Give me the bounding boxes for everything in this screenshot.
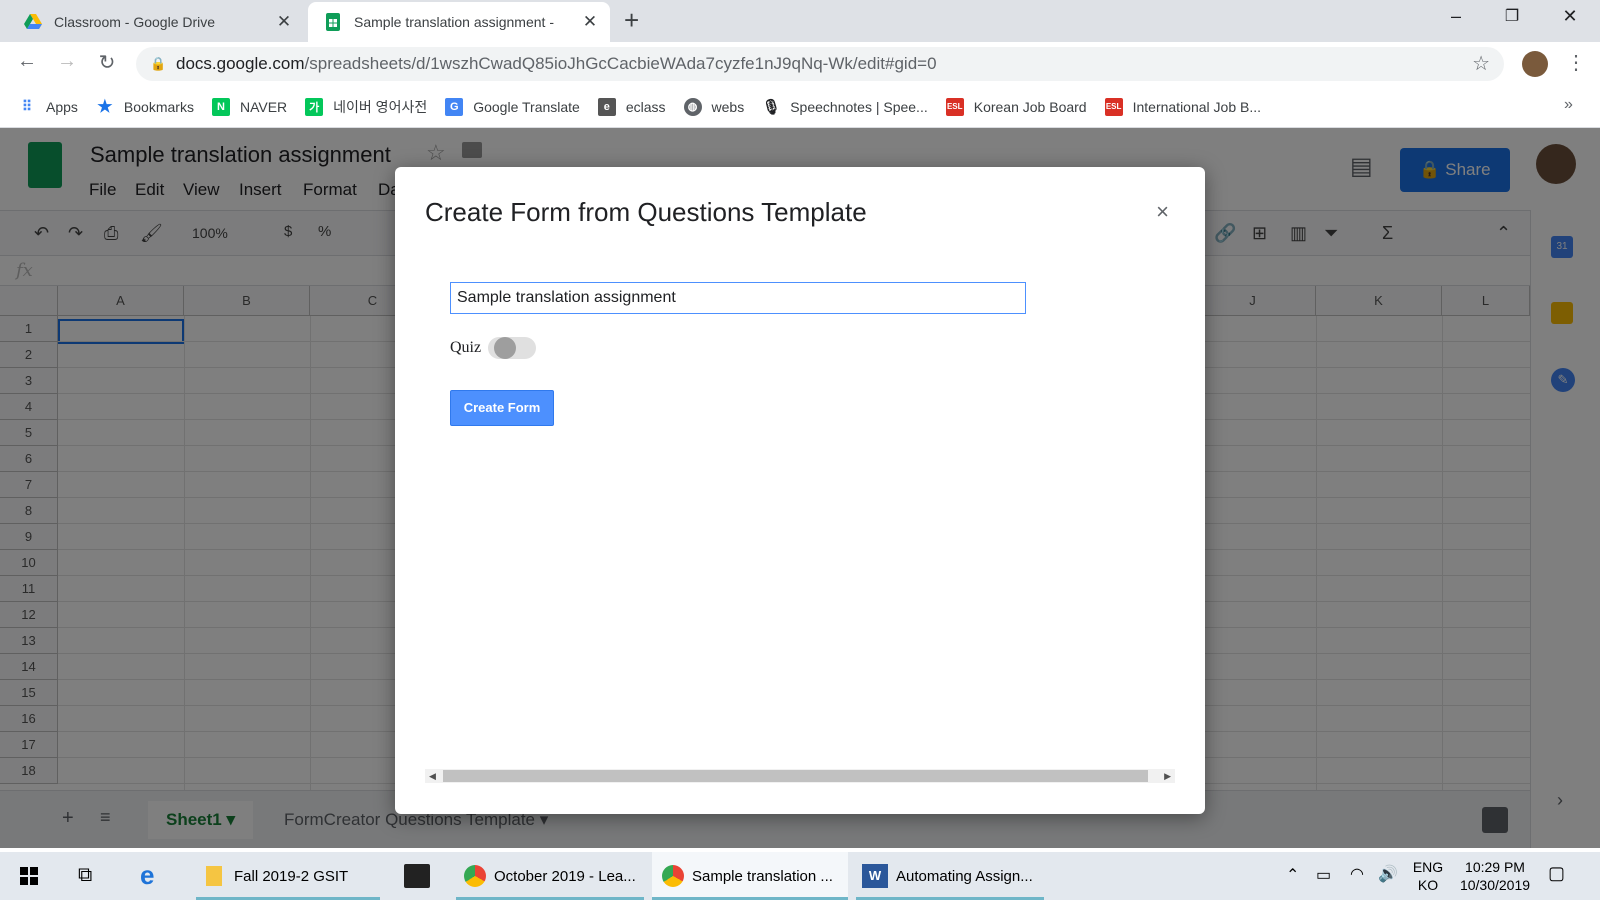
toggle-knob: [494, 337, 516, 359]
folder-icon: [206, 866, 222, 886]
close-tab-icon[interactable]: ✕: [578, 12, 602, 32]
profile-avatar[interactable]: [1522, 51, 1548, 77]
taskbar-app-chrome-sample[interactable]: Sample translation ...: [652, 852, 848, 900]
scrollbar-thumb[interactable]: [443, 770, 1148, 782]
input-language[interactable]: ENG KO: [1408, 858, 1448, 894]
taskbar-app-folder[interactable]: Fall 2019-2 GSIT: [196, 852, 380, 900]
apps-grid-icon: ⠿: [21, 98, 33, 114]
bookmark-label: Bookmarks: [123, 98, 194, 115]
mic-icon: 🎙: [761, 98, 781, 116]
address-bar[interactable]: 🔒 docs.google.com/spreadsheets/d/1wszhCw…: [136, 47, 1504, 81]
bookmark-star-icon[interactable]: ☆: [1472, 47, 1490, 81]
browser-toolbar: ← → ↻ 🔒 docs.google.com/spreadsheets/d/1…: [0, 42, 1600, 86]
bookmark-naver-dict[interactable]: 가 네이버 영어사전: [305, 97, 427, 117]
close-tab-icon[interactable]: ✕: [272, 12, 296, 32]
lang-top: ENG: [1412, 859, 1444, 875]
browser-tab-strip: Classroom - Google Drive ✕ Sample transl…: [0, 0, 1600, 42]
bookmark-label: webs: [711, 98, 745, 115]
translate-icon: G: [445, 97, 464, 116]
forward-icon[interactable]: →: [53, 50, 81, 73]
drive-icon: [24, 14, 42, 29]
horizontal-scrollbar[interactable]: ◀ ▶: [425, 769, 1175, 783]
chrome-icon: [662, 865, 684, 887]
bookmark-label: Korean Job Board: [973, 98, 1087, 115]
chrome-icon: [464, 865, 486, 887]
clock[interactable]: 10:29 PM 10/30/2019: [1452, 858, 1538, 894]
globe-icon: ◍: [683, 97, 702, 116]
tab-classroom-drive[interactable]: Classroom - Google Drive ✕: [8, 2, 304, 42]
minimize-button[interactable]: –: [1434, 6, 1478, 27]
scroll-left-icon[interactable]: ◀: [429, 769, 436, 783]
bookmark-naver[interactable]: N NAVER: [211, 97, 288, 116]
show-hidden-icons-icon[interactable]: ⌃: [1286, 865, 1299, 885]
volume-icon[interactable]: 🔊: [1378, 864, 1398, 884]
taskbar-app-label: Sample translation ...: [692, 867, 833, 885]
bookmark-international-job-board[interactable]: ESL International Job B...: [1104, 97, 1262, 116]
battery-icon[interactable]: ▭: [1316, 865, 1331, 885]
taskbar-app-label: Fall 2019-2 GSIT: [234, 867, 349, 885]
sheets-icon: [326, 13, 340, 31]
task-view-icon[interactable]: ⧉: [78, 864, 92, 887]
bookmark-speechnotes[interactable]: 🎙 Speechnotes | Spee...: [762, 98, 928, 116]
tab-sample-translation[interactable]: Sample translation assignment - ✕: [308, 2, 610, 42]
bookmark-google-translate[interactable]: G Google Translate: [445, 97, 580, 116]
close-window-button[interactable]: ✕: [1548, 6, 1592, 27]
eslcafe-icon: ESL: [945, 97, 964, 116]
bookmark-bookmarks[interactable]: ★ Bookmarks: [96, 96, 194, 116]
quiz-toggle[interactable]: [488, 335, 536, 361]
reload-icon[interactable]: ↻: [93, 50, 121, 75]
bookmark-webs[interactable]: ◍ webs: [683, 97, 745, 116]
form-name-input[interactable]: [450, 282, 1026, 314]
taskbar-app-chrome-october[interactable]: October 2019 - Lea...: [456, 852, 644, 900]
more-bookmarks-icon[interactable]: »: [1564, 96, 1573, 114]
windows-taskbar: ⧉ e Fall 2019-2 GSIT October 2019 - Lea.…: [0, 852, 1600, 900]
edge-icon[interactable]: e: [140, 860, 154, 891]
bookmark-label: Google Translate: [473, 98, 580, 115]
bookmark-label: NAVER: [239, 98, 288, 115]
naver-icon: N: [211, 97, 230, 116]
bookmarks-bar: ⠿ Apps ★ Bookmarks N NAVER 가 네이버 영어사전 G Googl…: [0, 86, 1600, 128]
menu-dots-icon[interactable]: ⋮: [1562, 50, 1590, 75]
tab-title: Classroom - Google Drive: [54, 14, 216, 30]
taskbar-app-label: Automating Assign...: [896, 867, 1033, 885]
url-host: docs.google.com: [176, 54, 305, 73]
url-path: /spreadsheets/d/1wszhCwadQ85ioJhGcCacbie…: [304, 54, 937, 73]
star-icon: ★: [97, 96, 113, 116]
store-icon[interactable]: [404, 864, 430, 888]
bookmark-label: eclass: [625, 98, 666, 115]
create-form-button[interactable]: Create Form: [450, 390, 554, 426]
eslcafe-icon: ESL: [1104, 97, 1123, 116]
notifications-icon[interactable]: ▢: [1548, 863, 1565, 884]
taskbar-app-word[interactable]: W Automating Assign...: [856, 852, 1044, 900]
taskbar-app-label: October 2019 - Lea...: [494, 867, 636, 885]
tab-title: Sample translation assignment -: [354, 14, 554, 30]
back-icon[interactable]: ←: [13, 50, 41, 73]
create-form-dialog: Create Form from Questions Template × Qu…: [395, 167, 1205, 814]
bookmark-label: International Job B...: [1132, 98, 1262, 115]
scroll-right-icon[interactable]: ▶: [1164, 769, 1171, 783]
word-icon: W: [862, 864, 888, 888]
bookmark-eclass[interactable]: e eclass: [597, 97, 666, 116]
naver-dict-icon: 가: [305, 97, 324, 116]
dialog-title: Create Form from Questions Template: [425, 197, 867, 227]
bookmark-label: Apps: [46, 98, 78, 115]
clock-date: 10/30/2019: [1459, 877, 1531, 893]
bookmark-label: Speechnotes | Spee...: [790, 98, 928, 115]
bookmark-apps[interactable]: ⠿ Apps: [18, 98, 78, 116]
bookmark-korean-job-board[interactable]: ESL Korean Job Board: [945, 97, 1087, 116]
clock-time: 10:29 PM: [1465, 859, 1525, 875]
lang-bottom: KO: [1417, 877, 1439, 893]
quiz-label: Quiz: [450, 339, 482, 356]
eclass-icon: e: [597, 97, 616, 116]
bookmark-label: 네이버 영어사전: [333, 98, 428, 115]
wifi-icon[interactable]: ◠: [1350, 864, 1364, 884]
close-icon[interactable]: ×: [1156, 201, 1169, 223]
lock-icon: 🔒: [150, 56, 167, 71]
new-tab-button[interactable]: +: [624, 7, 639, 33]
windows-start-icon[interactable]: [20, 867, 38, 885]
restore-button[interactable]: ❐: [1490, 6, 1534, 26]
